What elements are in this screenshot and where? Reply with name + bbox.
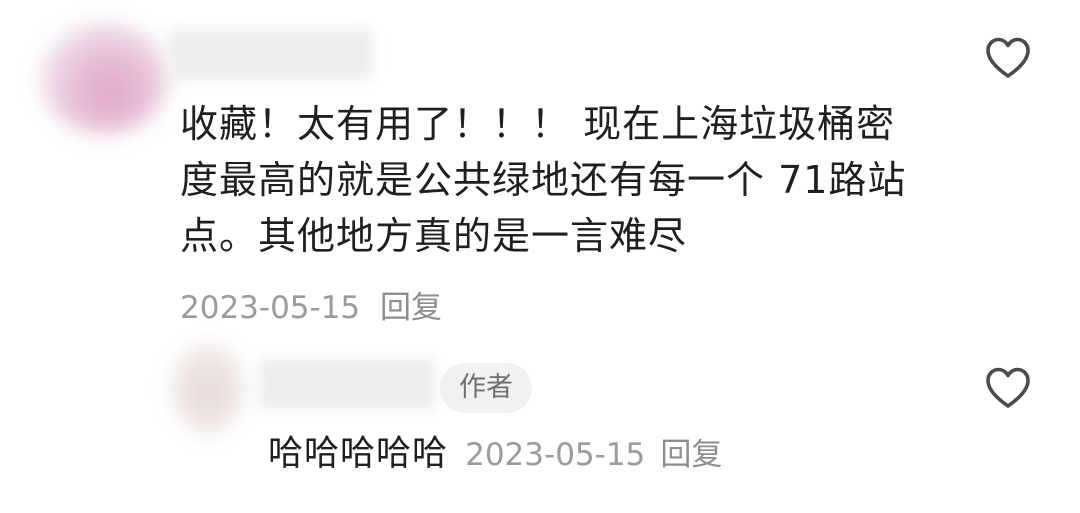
reply-username-blurred[interactable] [258, 358, 436, 410]
heart-outline-icon [986, 37, 1030, 78]
comment-thread: 收藏！太有用了！！！ 现在上海垃圾桶密度最高的就是公共绿地还有每一个 71路站点… [0, 0, 1080, 513]
reply-button[interactable]: 回复 [380, 290, 442, 326]
reply-avatar[interactable] [172, 342, 244, 434]
heart-outline-icon [986, 367, 1030, 408]
reply-date: 2023-05-15 [465, 437, 646, 473]
author-badge: 作者 [440, 363, 532, 413]
avatar[interactable] [40, 22, 168, 134]
reply-text: 哈哈哈哈哈 [268, 434, 449, 474]
like-button[interactable] [984, 36, 1032, 80]
comment-meta: 2023-05-15 回复 [180, 282, 442, 327]
comment-date: 2023-05-15 [180, 290, 361, 326]
comment-text: 收藏！太有用了！！！ 现在上海垃圾桶密度最高的就是公共绿地还有每一个 71路站点… [180, 102, 907, 258]
reply-reply-button[interactable]: 回复 [660, 437, 722, 473]
reply-like-button[interactable] [984, 366, 1032, 410]
username-blurred[interactable] [168, 28, 373, 80]
reply-line: 哈哈哈哈哈 2023-05-15 回复 [268, 425, 722, 476]
